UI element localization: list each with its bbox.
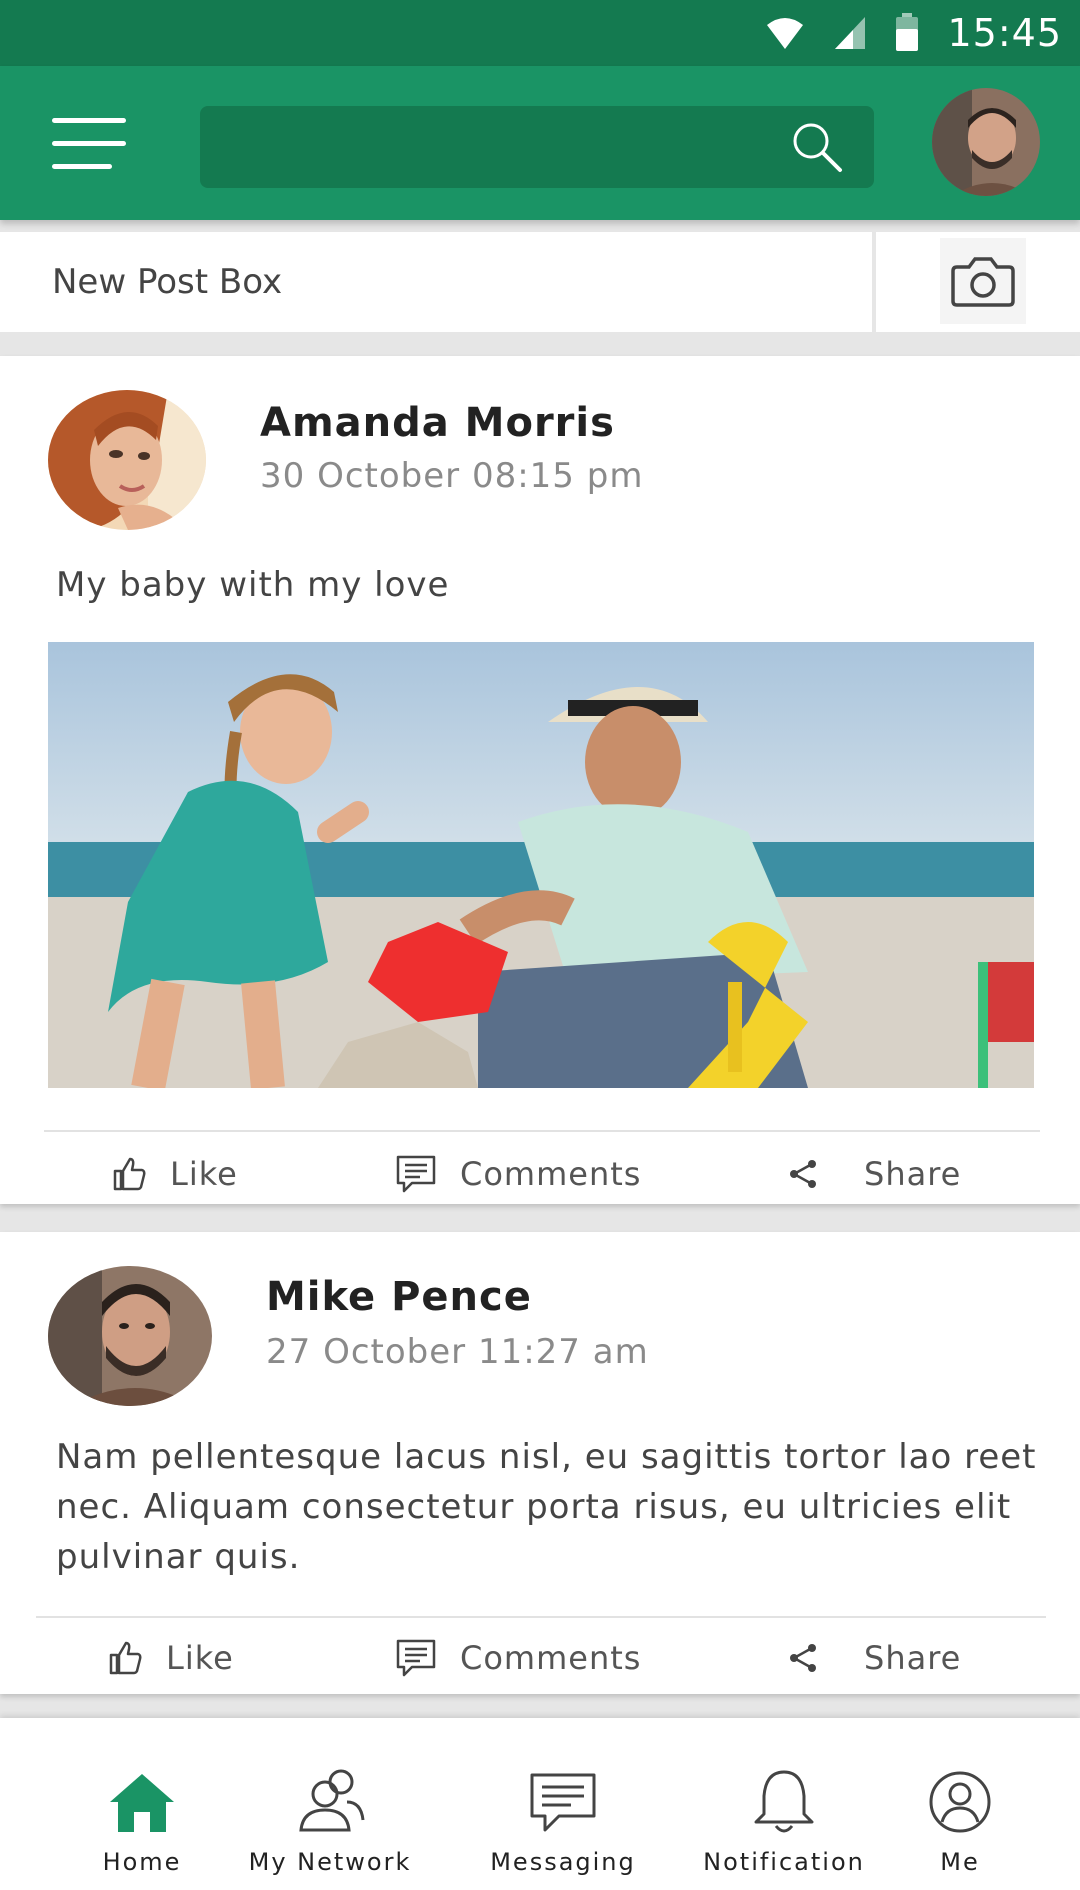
share-label: Share — [864, 1155, 962, 1193]
post-text: Nam pellentesque lacus nisl, eu sagittis… — [56, 1437, 1037, 1577]
like-button[interactable]: Like — [112, 1146, 238, 1202]
action-divider — [36, 1616, 1046, 1618]
post-author-name[interactable]: Amanda Morris — [260, 400, 615, 446]
author-avatar[interactable] — [48, 1266, 212, 1406]
home-icon — [108, 1744, 176, 1834]
post-timestamp: 30 October 08:15 pm — [260, 456, 644, 496]
post-card: Amanda Morris 30 October 08:15 pm My bab… — [0, 356, 1080, 1204]
signal-icon — [835, 17, 866, 49]
status-bar: 15:45 — [0, 0, 1080, 66]
status-time: 15:45 — [947, 11, 1062, 55]
thumbs-up-icon — [113, 1157, 146, 1191]
profile-avatar[interactable] — [932, 88, 1040, 196]
nav-label: Messaging — [490, 1848, 636, 1876]
comments-label: Comments — [460, 1155, 642, 1193]
like-label: Like — [170, 1155, 238, 1193]
bell-icon — [752, 1744, 816, 1834]
comment-icon — [396, 1639, 436, 1677]
battery-icon — [896, 13, 919, 51]
share-button[interactable]: Share — [788, 1146, 961, 1202]
camera-icon — [951, 257, 1015, 307]
search-input[interactable] — [224, 106, 784, 188]
comments-button[interactable]: Comments — [396, 1630, 641, 1686]
nav-home[interactable]: Home — [62, 1718, 222, 1890]
post-card: Mike Pence 27 October 11:27 am Nam pelle… — [0, 1232, 1080, 1694]
nav-label: Home — [102, 1848, 182, 1876]
share-label: Share — [864, 1639, 962, 1677]
nav-my-network[interactable]: My Network — [240, 1718, 420, 1890]
search-icon[interactable] — [790, 120, 844, 174]
like-button[interactable]: Like — [108, 1630, 234, 1686]
camera-button[interactable] — [940, 238, 1026, 324]
action-divider — [44, 1130, 1040, 1132]
search-bar[interactable] — [200, 106, 874, 188]
comments-label: Comments — [460, 1639, 642, 1677]
comments-button[interactable]: Comments — [396, 1146, 641, 1202]
new-post-box: New Post Box — [0, 232, 1080, 332]
status-icons: 15:45 — [765, 8, 1062, 58]
user-icon — [928, 1744, 992, 1834]
nav-me[interactable]: Me — [910, 1718, 1010, 1890]
nav-label: My Network — [248, 1848, 412, 1876]
nav-label: Me — [940, 1848, 980, 1876]
new-post-input[interactable]: New Post Box — [52, 232, 852, 332]
network-icon — [295, 1744, 365, 1834]
divider — [872, 232, 876, 332]
post-text: My baby with my love — [56, 565, 450, 605]
nav-label: Notification — [703, 1848, 865, 1876]
app-bar — [0, 66, 1080, 220]
hamburger-menu-icon[interactable] — [52, 118, 126, 170]
like-label: Like — [166, 1639, 234, 1677]
bottom-nav: Home My Network Messaging Notification M… — [0, 1718, 1080, 1890]
share-icon — [790, 1644, 816, 1672]
comment-icon — [396, 1155, 436, 1193]
author-avatar[interactable] — [48, 390, 206, 530]
post-timestamp: 27 October 11:27 am — [266, 1332, 649, 1372]
post-author-name[interactable]: Mike Pence — [266, 1274, 532, 1320]
messaging-icon — [529, 1744, 597, 1834]
nav-notification[interactable]: Notification — [694, 1718, 874, 1890]
thumbs-up-icon — [109, 1641, 142, 1675]
post-image[interactable] — [48, 642, 1034, 1088]
nav-messaging[interactable]: Messaging — [478, 1718, 648, 1890]
share-button[interactable]: Share — [788, 1630, 961, 1686]
wifi-icon — [767, 18, 804, 49]
share-icon — [790, 1160, 816, 1188]
